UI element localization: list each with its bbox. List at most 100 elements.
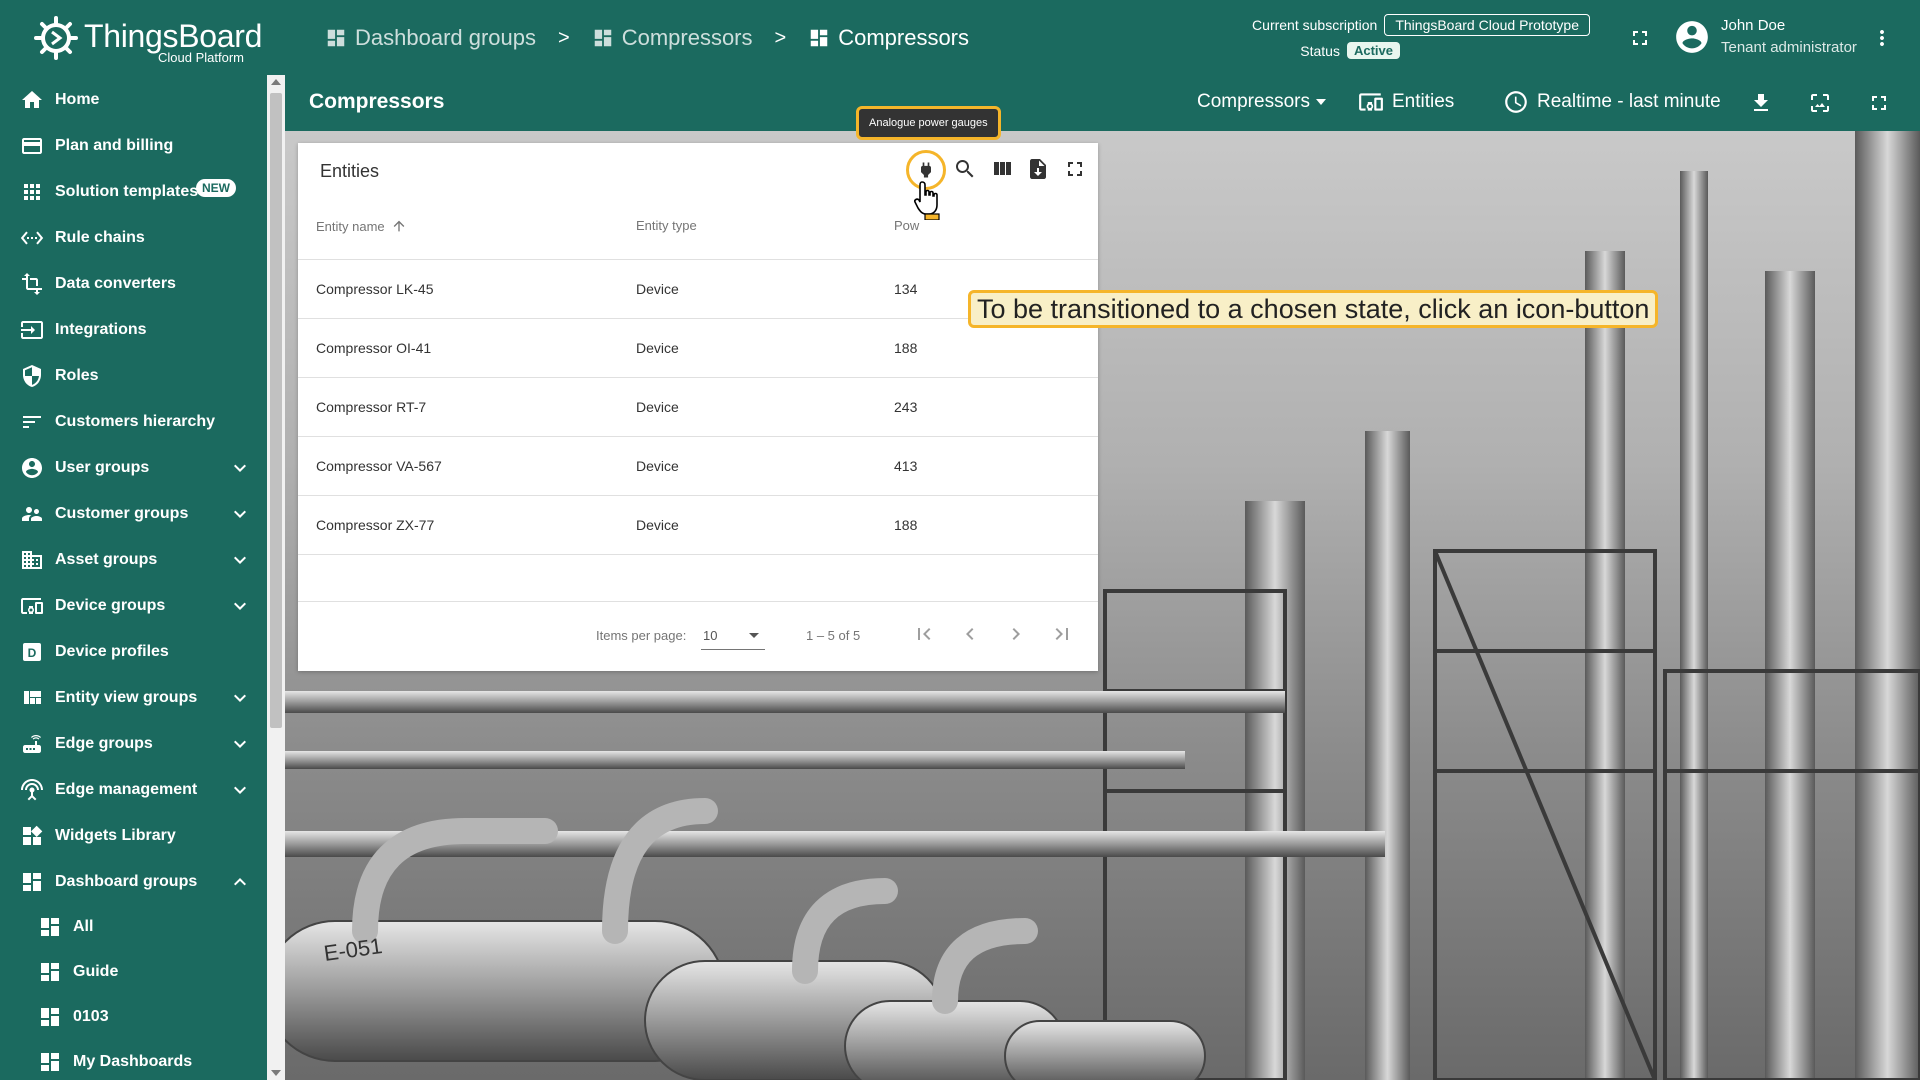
dashboard-toolbar: Compressors Compressors Entities Realtim…: [285, 75, 1920, 131]
view-quilt-icon: [24, 691, 41, 704]
sidebar-item-home[interactable]: Home: [0, 77, 267, 123]
entities-button[interactable]: Entities: [1358, 89, 1454, 115]
chevron-down-icon: [234, 602, 246, 610]
sidebar-item-entity-view-groups[interactable]: Entity view groups: [0, 675, 267, 721]
chevron-right-icon[interactable]: [1004, 622, 1028, 646]
table-row[interactable]: Compressor ZX-77 Device 188: [298, 496, 1098, 555]
fullscreen-icon[interactable]: [1063, 157, 1087, 181]
account-circle-icon[interactable]: [1673, 18, 1711, 56]
guide-hint-tooltip: To be transitioned to a chosen state, cl…: [968, 290, 1659, 328]
sidebar-item-label: Device profiles: [55, 643, 169, 660]
dashboard-state-select[interactable]: Compressors: [1197, 91, 1326, 113]
dashboard-title: Compressors: [309, 90, 445, 113]
new-badge: NEW: [196, 179, 236, 197]
status-label: Status: [1300, 42, 1340, 59]
sidebar-item-label: Edge groups: [55, 735, 153, 752]
sort-icon: [23, 416, 41, 428]
timewindow-button[interactable]: Realtime - last minute: [1503, 89, 1721, 115]
sidebar-item-label: Edge management: [55, 781, 198, 798]
table-row[interactable]: Compressor VA-567 Device 413: [298, 437, 1098, 496]
sidebar-item-dashboard-groups[interactable]: Dashboard groups: [0, 859, 267, 905]
sidebar-scrollbar[interactable]: [267, 75, 285, 1080]
breadcrumb-compressors-group[interactable]: Compressors: [592, 25, 753, 51]
sidebar-item-all[interactable]: All: [0, 904, 267, 950]
items-per-page-select[interactable]: 10: [701, 620, 765, 650]
sidebar-item-rule-chains[interactable]: Rule chains: [0, 215, 267, 261]
thingsboard-logo[interactable]: ThingsBoard Cloud Platform: [30, 8, 270, 68]
column-header-label: Pow: [894, 218, 920, 233]
scroll-down-arrow-icon[interactable]: [271, 1070, 281, 1076]
sidebar-item-label: Solution templates: [55, 183, 199, 200]
dashboard-icon: [327, 29, 345, 47]
sidebar-item-device-groups[interactable]: Device groups: [0, 583, 267, 629]
fullscreen-icon[interactable]: [1867, 91, 1891, 115]
sidebar-item-solution-templates[interactable]: Solution templates NEW: [0, 169, 267, 215]
chevron-left-icon[interactable]: [958, 622, 982, 646]
sidebar-item-roles[interactable]: Roles: [0, 353, 267, 399]
entities-table-widget: Entities Entity name Entity type Pow Com…: [298, 143, 1098, 671]
state-select-value: Compressors: [1197, 91, 1310, 112]
sidebar-item-label: My Dashboards: [73, 1053, 193, 1070]
sidebar-item-edge-management[interactable]: Edge management: [0, 767, 267, 813]
download-icon[interactable]: [1749, 91, 1773, 115]
table-row[interactable]: Compressor RT-7 Device 243: [298, 378, 1098, 437]
breadcrumb-dashboard-groups[interactable]: Dashboard groups: [325, 25, 536, 51]
account-circle-icon: [22, 458, 42, 478]
hand-pointer-cursor-icon: [914, 181, 940, 220]
sidebar-item-guide[interactable]: Guide: [0, 949, 267, 995]
column-header-entity-name[interactable]: Entity name: [316, 218, 407, 234]
power-plug-icon: [921, 162, 931, 178]
sidebar-item-user-groups[interactable]: User groups: [0, 445, 267, 491]
widget-title: Entities: [320, 161, 380, 181]
first-page-icon[interactable]: [912, 622, 936, 646]
cell-entity-name: Compressor LK-45: [316, 281, 434, 297]
clock-icon: [1505, 91, 1527, 113]
subscription-plan-button[interactable]: ThingsBoard Cloud Prototype: [1384, 14, 1590, 36]
sidebar-item-device-profiles[interactable]: D Device profiles: [0, 629, 267, 675]
search-icon[interactable]: [953, 157, 977, 181]
sidebar-item-customers-hierarchy[interactable]: Customers hierarchy: [0, 399, 267, 445]
scroll-up-arrow-icon[interactable]: [271, 79, 281, 85]
sidebar-item-edge-groups[interactable]: Edge groups: [0, 721, 267, 767]
dashboard-icon: [594, 29, 611, 47]
sidebar-item-label: 0103: [73, 1008, 109, 1025]
last-page-icon[interactable]: [1050, 622, 1074, 646]
chevron-down-icon: [234, 786, 246, 794]
image-export-icon[interactable]: [1808, 91, 1832, 115]
sidebar-item-data-converters[interactable]: Data converters: [0, 261, 267, 307]
cell-power: 134: [894, 281, 918, 297]
sidebar-item-label: Asset groups: [55, 551, 158, 568]
sidebar: Home Plan and billing Solution templates…: [0, 75, 267, 1080]
sidebar-item-label: Rule chains: [55, 229, 145, 246]
thingsboard-logo-icon: [34, 16, 78, 60]
svg-text:D: D: [28, 646, 37, 660]
column-header-power[interactable]: Pow: [894, 218, 919, 233]
sidebar-item-plan-and-billing[interactable]: Plan and billing: [0, 123, 267, 169]
file-export-icon[interactable]: [1026, 157, 1050, 181]
breadcrumb-separator: >: [774, 26, 787, 49]
sidebar-item-label: Entity view groups: [55, 689, 198, 706]
sidebar-item-asset-groups[interactable]: Asset groups: [0, 537, 267, 583]
sidebar-item-widgets-library[interactable]: Widgets Library: [0, 813, 267, 859]
devices-other-icon: [21, 598, 43, 614]
action-tooltip: Analogue power gauges: [856, 106, 1001, 140]
home-icon: [22, 91, 42, 108]
sidebar-item-0103[interactable]: 0103: [0, 994, 267, 1040]
cell-power: 188: [894, 517, 918, 533]
caret-down-icon: [749, 633, 759, 638]
view-column-icon[interactable]: [990, 157, 1014, 181]
fullscreen-icon[interactable]: [1628, 26, 1652, 50]
sidebar-item-integrations[interactable]: Integrations: [0, 307, 267, 353]
scrollbar-thumb[interactable]: [270, 93, 282, 728]
breadcrumb-compressors-dashboard: Compressors: [808, 25, 969, 51]
more-vert-icon[interactable]: [1870, 25, 1894, 51]
sidebar-item-my-dashboards[interactable]: My Dashboards: [0, 1039, 267, 1080]
sidebar-item-label: Home: [55, 91, 100, 108]
dashboard-icon: [41, 963, 59, 981]
sidebar-item-customer-groups[interactable]: Customer groups: [0, 491, 267, 537]
widgets-icon: [23, 825, 43, 845]
domain-icon: [22, 551, 42, 569]
chevron-up-icon: [234, 878, 246, 886]
column-header-entity-type[interactable]: Entity type: [636, 218, 697, 233]
timewindow-label: Realtime - last minute: [1537, 91, 1721, 112]
